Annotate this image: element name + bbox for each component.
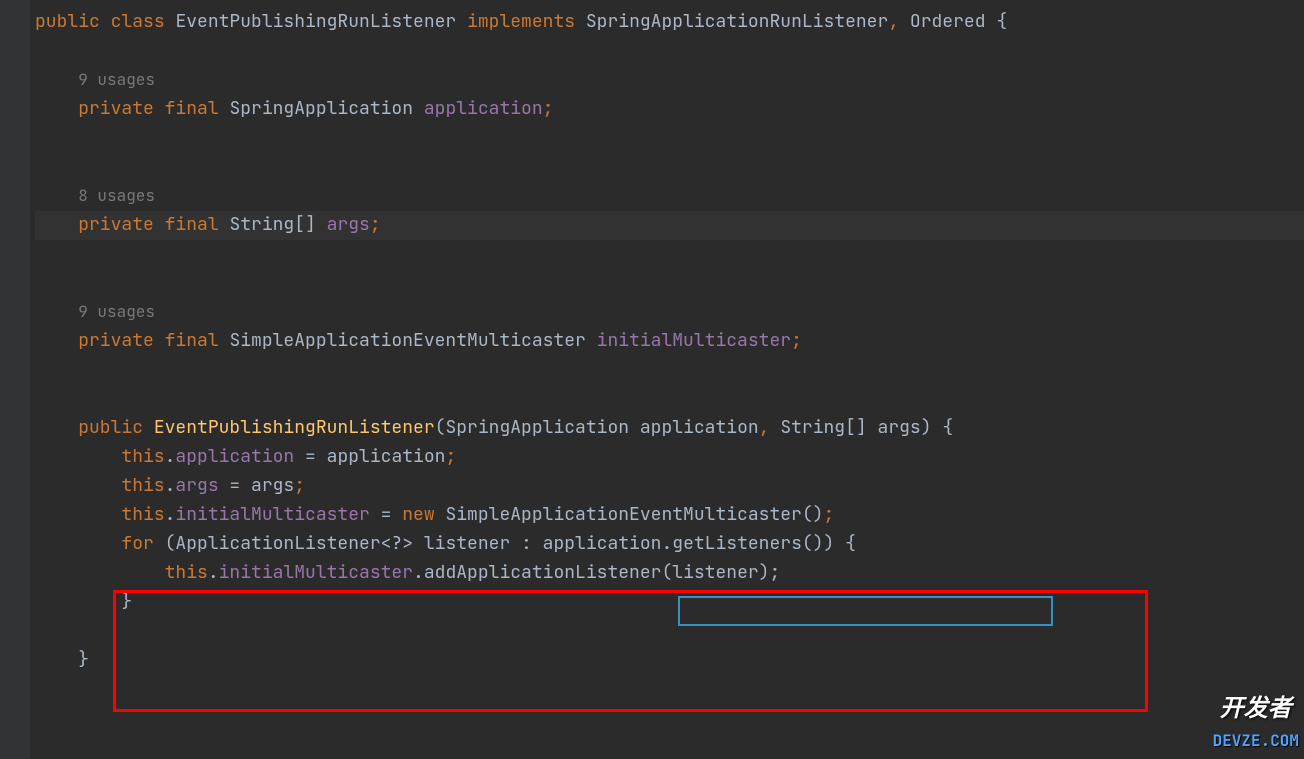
brace: ) { xyxy=(921,416,953,439)
comma: , xyxy=(759,416,770,439)
method-call: addApplicationListener xyxy=(424,561,662,584)
usage-hint[interactable]: 8 usages xyxy=(78,185,155,206)
semicolon: ; xyxy=(543,97,554,120)
operator: = xyxy=(294,445,326,468)
watermark: 开发者 DEVZE.COM xyxy=(1213,690,1299,754)
close: ); xyxy=(759,561,781,584)
field-ref: args xyxy=(175,474,218,497)
type-name: SimpleApplicationEventMulticaster xyxy=(229,329,585,352)
code-line[interactable]: this.initialMulticaster.addApplicationLi… xyxy=(35,559,1304,588)
colon: : xyxy=(510,532,542,555)
editor-gutter xyxy=(0,0,30,759)
comma: , xyxy=(888,10,899,33)
usage-hint-line[interactable]: 9 usages xyxy=(35,66,1304,95)
type-name: SimpleApplicationEventMulticaster xyxy=(445,503,801,526)
watermark-en: DEVZE.COM xyxy=(1213,728,1299,754)
semicolon: ; xyxy=(370,213,381,236)
blank-line xyxy=(35,356,1304,385)
operator: = xyxy=(219,474,251,497)
semicolon: ; xyxy=(791,329,802,352)
code-line[interactable]: public EventPublishingRunListener(Spring… xyxy=(35,414,1304,443)
field-name: args xyxy=(327,213,370,236)
blank-line xyxy=(35,617,1304,646)
variable: listener xyxy=(424,532,510,555)
close-brace: } xyxy=(78,648,89,671)
keyword-for: for xyxy=(121,532,153,555)
code-line[interactable]: this.application = application; xyxy=(35,443,1304,472)
code-line[interactable]: public class EventPublishingRunListener … xyxy=(35,8,1304,37)
paren: ( xyxy=(154,532,176,555)
usage-hint-line[interactable]: 9 usages xyxy=(35,298,1304,327)
semicolon: ; xyxy=(445,445,456,468)
field-name: application xyxy=(424,97,543,120)
usage-hint[interactable]: 9 usages xyxy=(78,69,155,90)
semicolon: ; xyxy=(823,503,834,526)
type-name: ApplicationListener<?> xyxy=(175,532,413,555)
keyword-private: private xyxy=(78,329,154,352)
brace: { xyxy=(986,10,1008,33)
code-line[interactable]: for (ApplicationListener<?> listener : a… xyxy=(35,530,1304,559)
code-line[interactable]: } xyxy=(35,588,1304,617)
keyword-this: this xyxy=(121,445,164,468)
usage-hint[interactable]: 9 usages xyxy=(78,301,155,322)
semicolon: ; xyxy=(294,474,305,497)
keyword-this: this xyxy=(121,474,164,497)
method-call: getListeners xyxy=(672,532,802,555)
keyword-class: class xyxy=(111,10,165,33)
keyword-this: this xyxy=(121,503,164,526)
code-line[interactable]: private final SimpleApplicationEventMult… xyxy=(35,327,1304,356)
blank-line xyxy=(35,240,1304,269)
watermark-cn: 开发者 xyxy=(1220,690,1292,728)
code-line[interactable]: this.args = args; xyxy=(35,472,1304,501)
keyword-final: final xyxy=(165,97,219,120)
type-name: SpringApplication xyxy=(229,97,413,120)
param-type: SpringApplication xyxy=(445,416,629,439)
blank-line xyxy=(35,124,1304,153)
keyword-final: final xyxy=(165,329,219,352)
field-ref: initialMulticaster xyxy=(219,561,413,584)
close-brace: } xyxy=(121,590,132,613)
code-line[interactable]: } xyxy=(35,646,1304,675)
param-name: args xyxy=(878,416,921,439)
constructor-name: EventPublishingRunListener xyxy=(154,416,435,439)
field-name: initialMulticaster xyxy=(597,329,791,352)
keyword-private: private xyxy=(78,213,154,236)
blank-line xyxy=(35,153,1304,182)
variable: application xyxy=(327,445,446,468)
param-type: String[] xyxy=(780,416,866,439)
keyword-final: final xyxy=(165,213,219,236)
parens: () xyxy=(802,503,824,526)
keyword-private: private xyxy=(78,97,154,120)
param-name: application xyxy=(640,416,759,439)
interface-name: SpringApplicationRunListener xyxy=(586,10,888,33)
keyword-this: this xyxy=(165,561,208,584)
blank-line xyxy=(35,37,1304,66)
code-line[interactable]: private final SpringApplication applicat… xyxy=(35,95,1304,124)
variable: application xyxy=(543,532,662,555)
code-editor[interactable]: public class EventPublishingRunListener … xyxy=(0,0,1304,675)
variable: args xyxy=(251,474,294,497)
blank-line xyxy=(35,269,1304,298)
variable: listener xyxy=(672,561,758,584)
keyword-implements: implements xyxy=(467,10,575,33)
code-line[interactable]: private final String[] args; xyxy=(35,211,1304,240)
usage-hint-line[interactable]: 8 usages xyxy=(35,182,1304,211)
brace: ()) { xyxy=(802,532,856,555)
field-ref: application xyxy=(175,445,294,468)
class-name: EventPublishingRunListener xyxy=(175,10,456,33)
keyword-new: new xyxy=(402,503,434,526)
blank-line xyxy=(35,385,1304,414)
field-ref: initialMulticaster xyxy=(175,503,369,526)
code-line[interactable]: this.initialMulticaster = new SimpleAppl… xyxy=(35,501,1304,530)
interface-name: Ordered xyxy=(910,10,986,33)
type-name: String[] xyxy=(229,213,315,236)
keyword-public: public xyxy=(78,416,143,439)
keyword-public: public xyxy=(35,10,100,33)
operator: = xyxy=(370,503,402,526)
